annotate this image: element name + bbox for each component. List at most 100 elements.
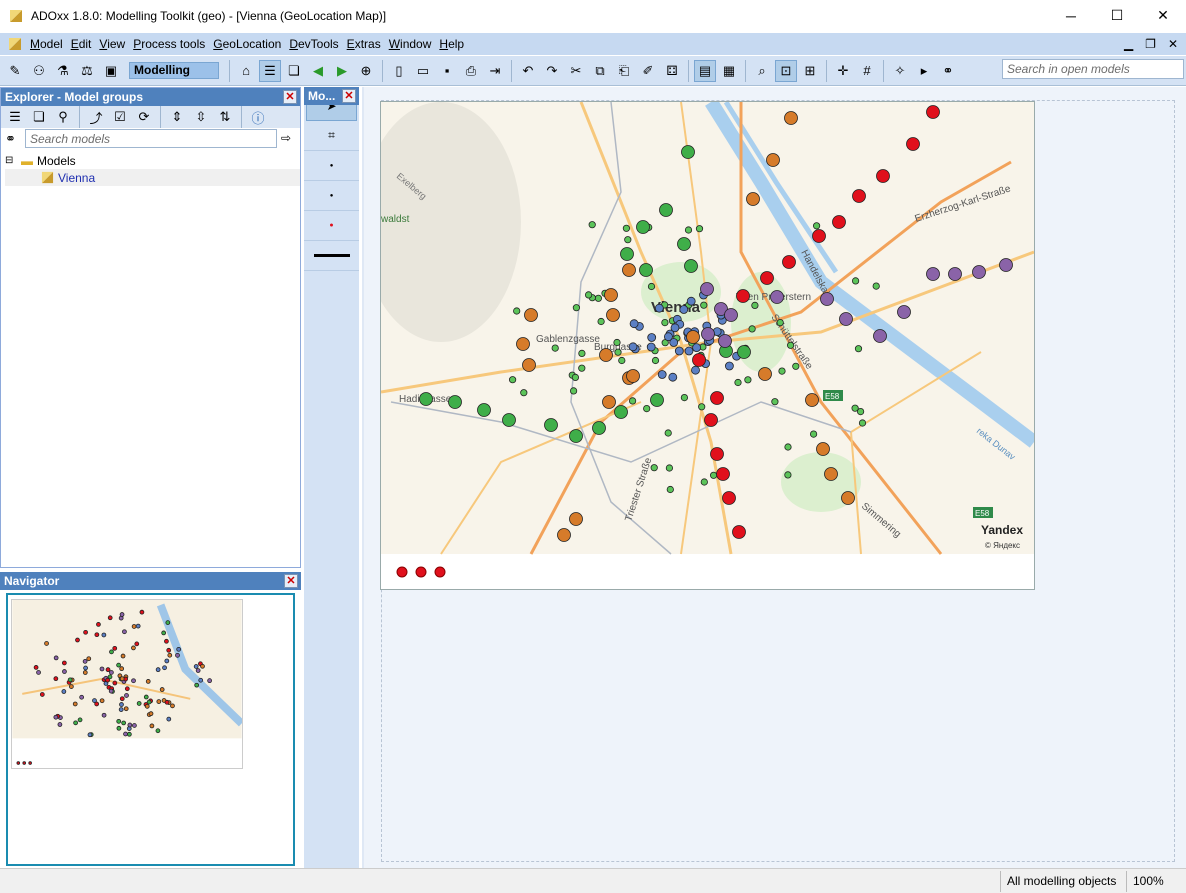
menu-devtools[interactable]: DevTools <box>285 37 342 51</box>
nav-marker[interactable] <box>166 647 172 653</box>
map-marker[interactable] <box>926 105 940 119</box>
point-tool-2[interactable]: ● <box>304 181 359 211</box>
map-marker[interactable] <box>724 308 738 322</box>
map-marker[interactable] <box>812 222 821 230</box>
map-marker[interactable] <box>628 342 638 352</box>
nav-marker[interactable] <box>108 688 114 694</box>
map-marker[interactable] <box>544 418 558 432</box>
highlight-icon[interactable]: ✧ <box>889 60 911 82</box>
back-icon[interactable]: ◀ <box>307 60 329 82</box>
nav-marker[interactable] <box>116 725 122 731</box>
palette-close-icon[interactable]: ✕ <box>342 89 356 103</box>
graphic-view-icon[interactable]: ▤ <box>694 59 716 82</box>
map-marker[interactable] <box>448 395 462 409</box>
nav-marker[interactable] <box>101 632 107 638</box>
map-marker[interactable] <box>679 305 689 314</box>
map-marker[interactable] <box>710 391 724 405</box>
nav-marker[interactable] <box>83 665 88 671</box>
map-marker[interactable] <box>657 370 667 379</box>
nav-marker[interactable] <box>67 677 73 683</box>
map-marker[interactable] <box>839 312 853 326</box>
nav-marker[interactable] <box>39 692 45 697</box>
map-marker[interactable] <box>770 290 784 304</box>
zoom-fit-icon[interactable]: ⊞ <box>799 60 821 82</box>
map-marker[interactable] <box>622 224 630 232</box>
nav-marker[interactable] <box>105 677 111 683</box>
map-marker[interactable] <box>477 403 491 417</box>
map-marker[interactable] <box>502 413 516 427</box>
nav-marker[interactable] <box>112 645 118 651</box>
nav-marker[interactable] <box>96 622 101 627</box>
paint-icon[interactable]: ▣ <box>100 60 122 82</box>
nav-marker[interactable] <box>134 641 140 647</box>
search-go-icon[interactable]: ⇨ <box>281 131 291 145</box>
nav-marker[interactable] <box>167 652 173 658</box>
map-marker[interactable] <box>722 491 736 505</box>
nav-marker[interactable] <box>72 701 78 707</box>
map-marker[interactable] <box>654 303 664 313</box>
nav-marker[interactable] <box>198 677 204 683</box>
nav-marker[interactable] <box>82 670 88 675</box>
print-icon[interactable]: ⎙ <box>460 60 482 82</box>
save-icon[interactable]: ▪ <box>436 60 458 82</box>
connector-tool[interactable] <box>304 241 359 271</box>
menu-process-tools[interactable]: Process tools <box>129 37 209 51</box>
nav-legend-dot[interactable] <box>28 761 32 765</box>
map-marker[interactable] <box>784 111 798 125</box>
map-marker[interactable] <box>599 348 613 362</box>
nav-marker[interactable] <box>119 702 124 707</box>
nav-marker[interactable] <box>116 662 121 668</box>
layout-icon[interactable]: ⚃ <box>661 60 683 82</box>
new-icon[interactable]: ▯ <box>388 60 410 82</box>
nav-marker[interactable] <box>166 716 172 722</box>
users-icon[interactable]: ⚇ <box>28 60 50 82</box>
nav-marker[interactable] <box>105 667 111 673</box>
nav-marker[interactable] <box>164 699 170 705</box>
nav-marker[interactable] <box>127 731 132 737</box>
map-marker[interactable] <box>698 403 706 411</box>
help-icon[interactable]: ⓘ <box>247 106 269 128</box>
nav-marker[interactable] <box>77 717 83 723</box>
nav-marker[interactable] <box>162 665 167 671</box>
map-marker[interactable] <box>624 236 632 244</box>
minimize-button[interactable]: ─ <box>1048 0 1094 31</box>
undo-icon[interactable]: ↶ <box>517 60 539 82</box>
map-marker[interactable] <box>629 397 637 405</box>
map-marker[interactable] <box>516 337 530 351</box>
map-marker[interactable] <box>695 225 704 233</box>
map-marker[interactable] <box>613 338 621 347</box>
nav-marker[interactable] <box>139 609 145 615</box>
map-marker[interactable] <box>571 373 579 381</box>
map-marker[interactable] <box>684 346 694 356</box>
map-marker[interactable] <box>704 413 718 427</box>
nav-marker[interactable] <box>131 645 136 651</box>
nav-marker[interactable] <box>131 678 136 684</box>
maximize-button[interactable]: ☐ <box>1094 0 1140 31</box>
crosshair-icon[interactable]: ✛ <box>832 60 854 82</box>
compass-icon[interactable]: ⊕ <box>355 60 377 82</box>
map-marker[interactable] <box>700 282 714 296</box>
map-marker[interactable] <box>852 189 866 203</box>
nav-marker[interactable] <box>193 664 199 669</box>
nav-marker[interactable] <box>155 667 161 673</box>
cut-icon[interactable]: ✂ <box>565 60 587 82</box>
map-marker[interactable] <box>999 258 1013 272</box>
nav-marker[interactable] <box>79 694 85 700</box>
map-marker[interactable] <box>646 342 656 352</box>
map-marker[interactable] <box>737 345 751 359</box>
map-marker[interactable] <box>578 349 586 357</box>
map-marker[interactable] <box>851 277 860 285</box>
map-marker[interactable] <box>718 334 732 348</box>
search-open-models-input[interactable]: Search in open models <box>1002 59 1184 79</box>
map-marker[interactable] <box>710 447 724 461</box>
mdi-close-icon[interactable]: ✕ <box>1168 33 1178 55</box>
nav-marker[interactable] <box>44 641 49 646</box>
map-marker[interactable] <box>784 443 792 451</box>
map-marker[interactable] <box>664 429 672 437</box>
map-marker[interactable] <box>724 361 734 371</box>
nav-marker[interactable] <box>127 722 133 728</box>
map-marker[interactable] <box>594 294 602 302</box>
open-icon[interactable]: ▭ <box>412 60 434 82</box>
map-marker[interactable] <box>716 467 730 481</box>
nav-marker[interactable] <box>143 694 149 700</box>
